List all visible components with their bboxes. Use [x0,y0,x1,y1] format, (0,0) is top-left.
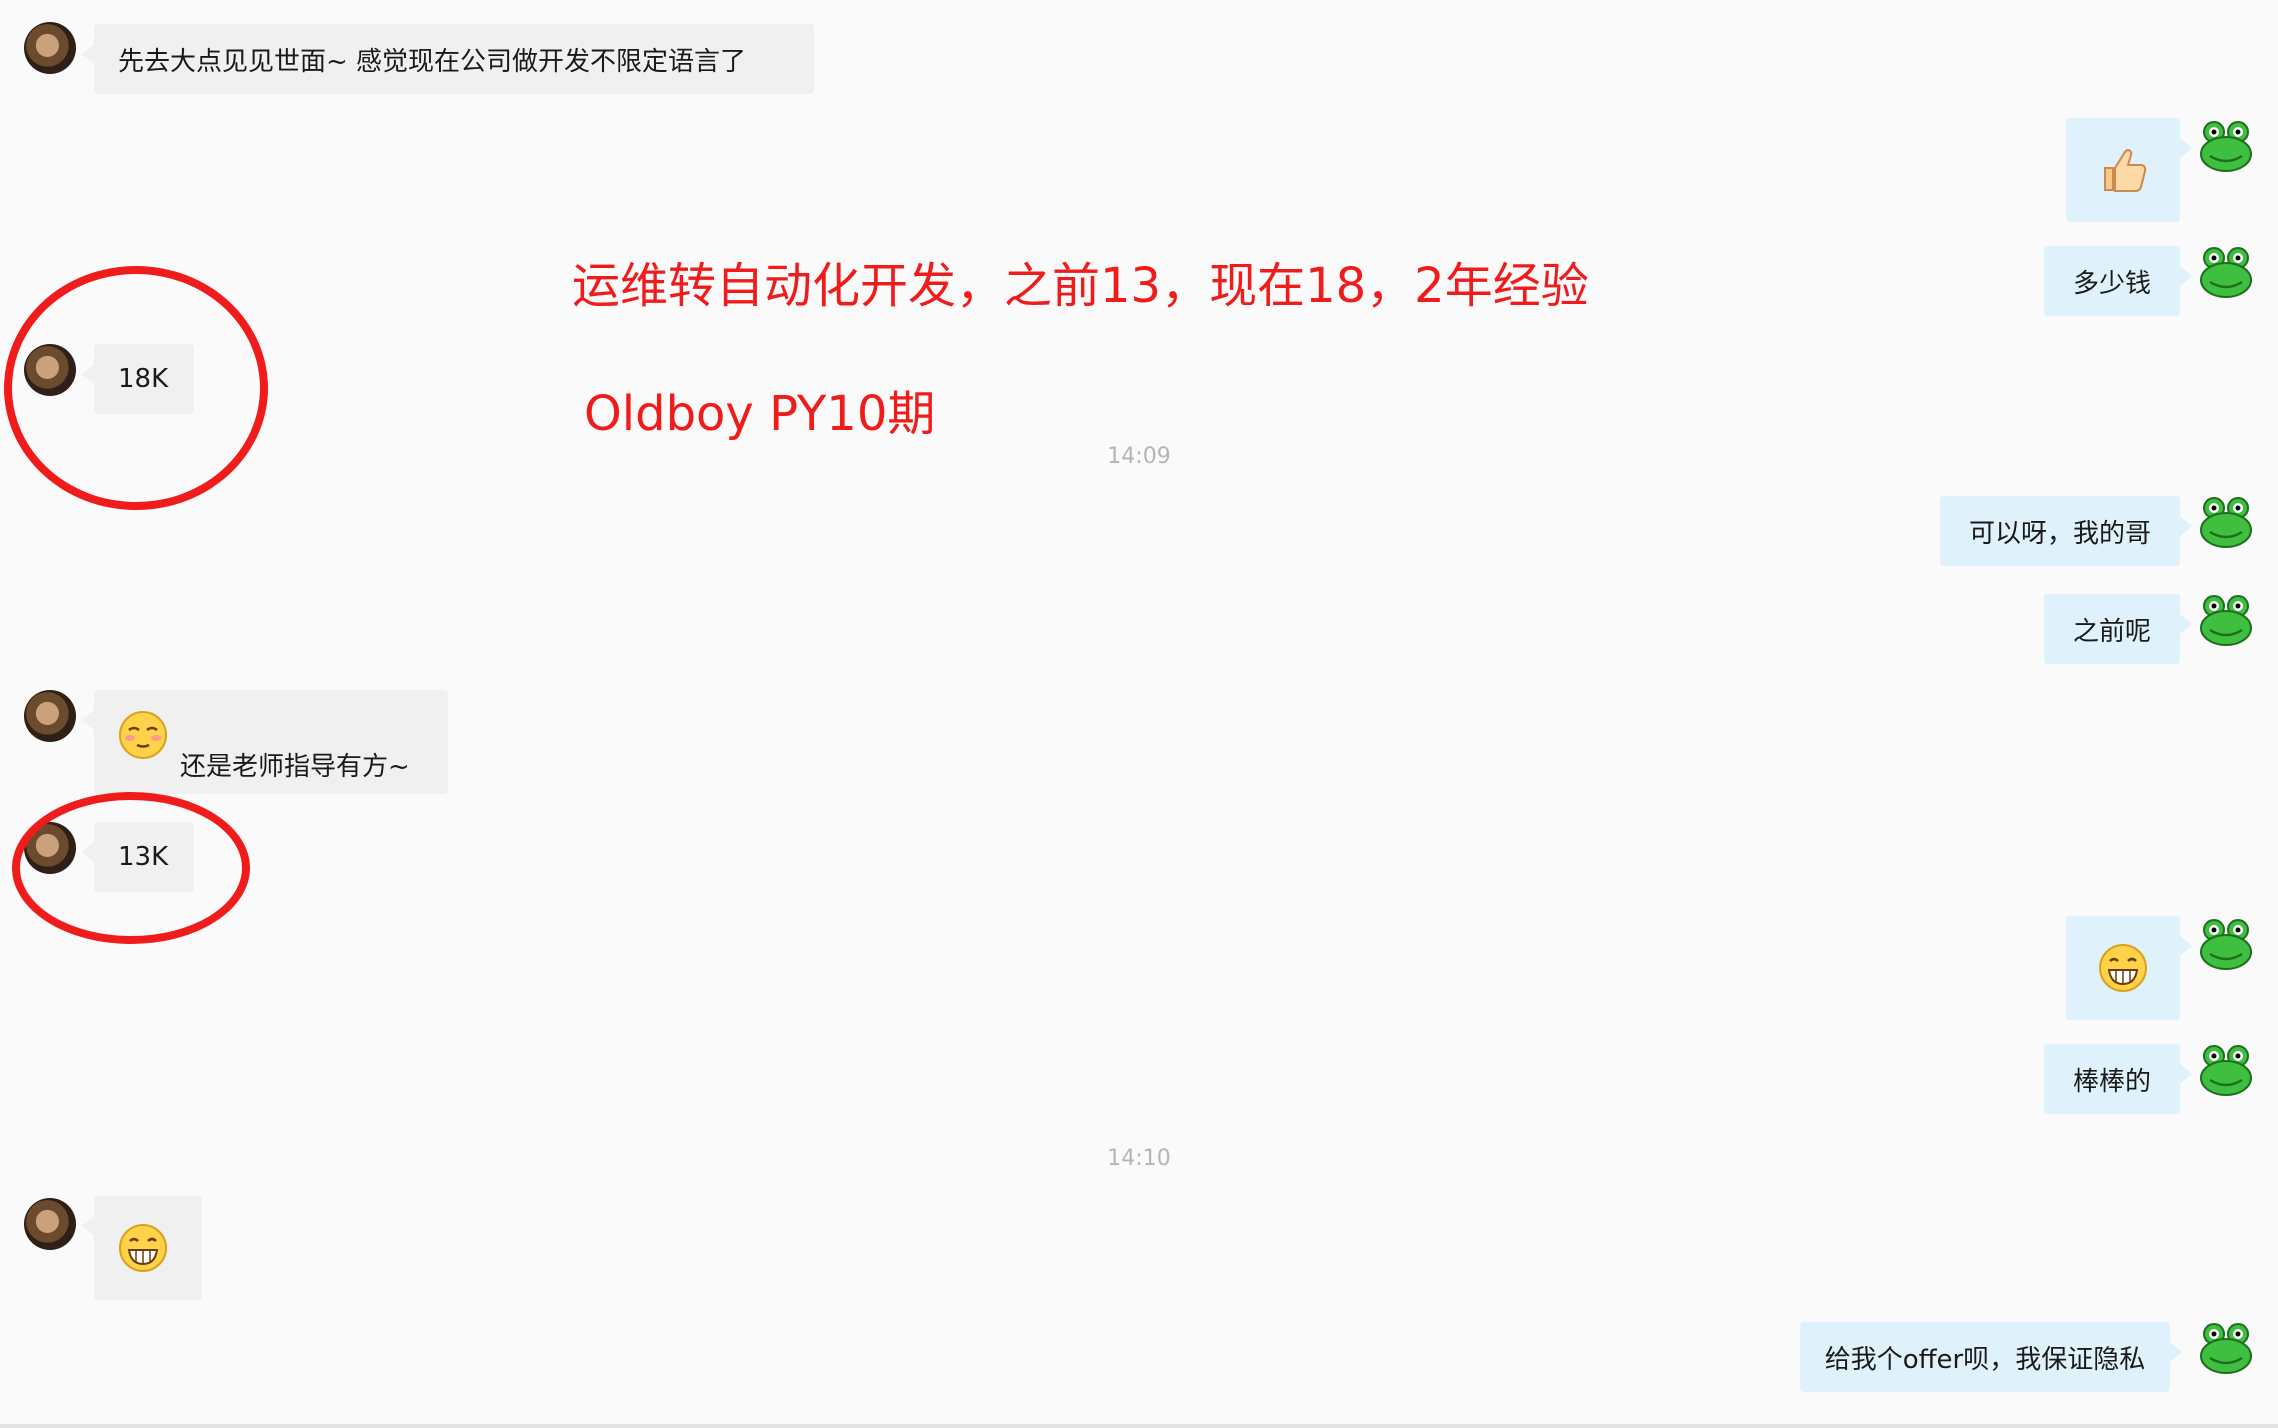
timestamp: 14:10 [1107,1146,1171,1171]
message-outgoing[interactable]: 多少钱 [2044,246,2192,316]
self-avatar-frog[interactable] [2198,1042,2254,1098]
message-incoming[interactable]: 先去大点见见世面~ 感觉现在公司做开发不限定语言了 [82,24,814,94]
message-outgoing[interactable]: 给我个offer呗，我保证隐私 [1800,1322,2182,1392]
message-text: 还是老师指导有方~ [180,752,410,782]
message-text: 多少钱 [2072,268,2151,299]
message-text: 可以呀，我的哥 [1968,518,2151,549]
grinning-emoji-icon [2098,943,2148,993]
message-text: 给我个offer呗，我保证隐私 [1824,1344,2146,1375]
thumbs-up-icon [2097,144,2149,196]
message-outgoing-sticker[interactable] [2066,118,2192,222]
message-text: 先去大点见见世面~ 感觉现在公司做开发不限定语言了 [118,46,747,77]
self-avatar-frog[interactable] [2198,244,2254,300]
message-incoming-sticker[interactable] [82,1196,202,1300]
sender-avatar[interactable] [24,690,76,742]
message-incoming[interactable]: 还是老师指导有方~ [82,690,448,794]
message-outgoing[interactable]: 之前呢 [2044,594,2192,664]
grinning-emoji-icon [118,1223,168,1273]
sender-avatar[interactable] [24,22,76,74]
message-outgoing-sticker[interactable] [2066,916,2192,1020]
annotation-text: Oldboy PY10期 [584,386,936,442]
self-avatar-frog[interactable] [2198,592,2254,648]
annotation-circle [12,792,250,944]
bottom-divider [0,1424,2278,1428]
message-text: 之前呢 [2072,616,2151,647]
shy-emoji-icon [118,710,168,760]
sender-avatar[interactable] [24,1198,76,1250]
message-outgoing[interactable]: 棒棒的 [2044,1044,2192,1114]
self-avatar-frog[interactable] [2198,916,2254,972]
annotation-text: 运维转自动化开发，之前13，现在18，2年经验 [572,258,1589,314]
self-avatar-frog[interactable] [2198,494,2254,550]
self-avatar-frog[interactable] [2198,1320,2254,1376]
message-text: 棒棒的 [2072,1066,2151,1097]
message-outgoing[interactable]: 可以呀，我的哥 [1940,496,2192,566]
self-avatar-frog[interactable] [2198,118,2254,174]
timestamp: 14:09 [1107,444,1171,469]
annotation-circle [4,266,268,510]
